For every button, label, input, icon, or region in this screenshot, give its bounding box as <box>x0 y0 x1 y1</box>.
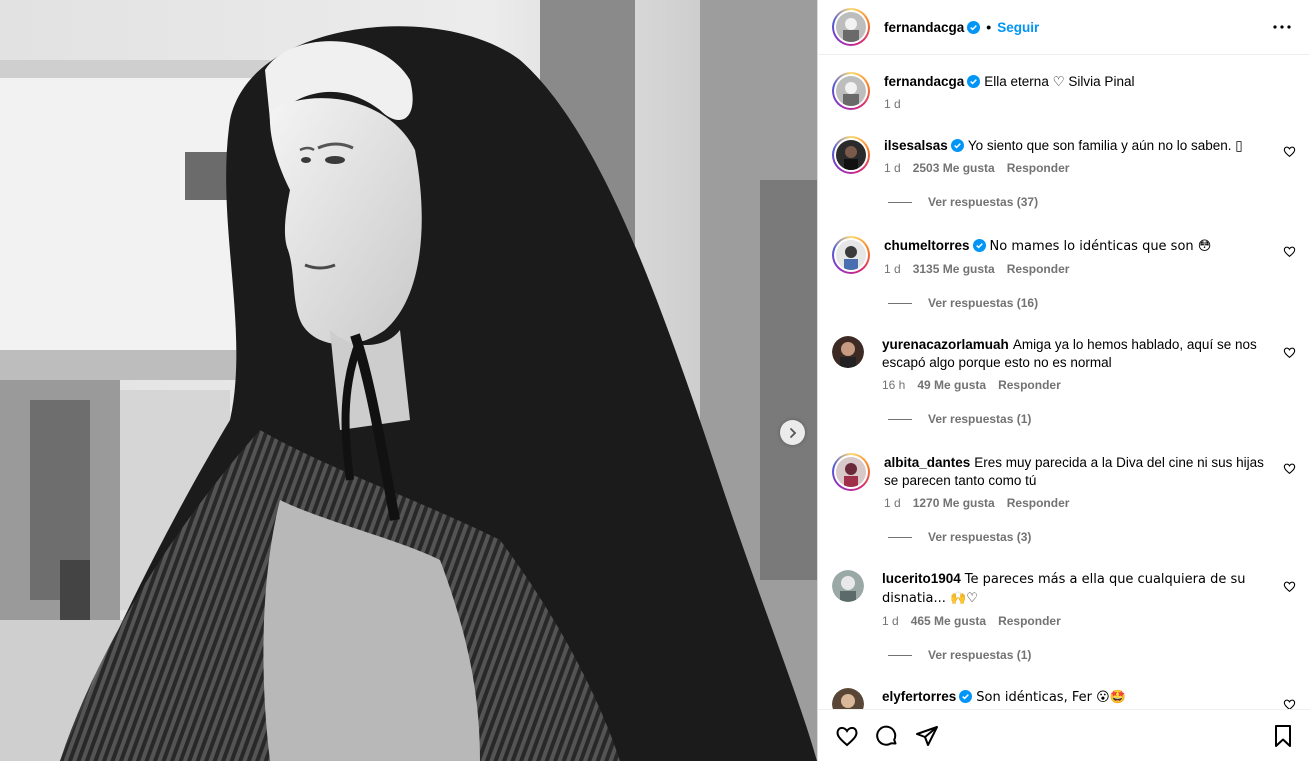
follow-button[interactable]: Seguir <box>997 20 1039 35</box>
post-actions-bar <box>818 709 1310 761</box>
next-photo-button[interactable] <box>780 420 805 445</box>
comment-likes[interactable]: 2503 Me gusta <box>913 161 995 175</box>
separator-dot: • <box>986 19 992 35</box>
post-caption: fernandacga Ella eterna ♡ Silvia Pinal 1 … <box>832 71 1296 111</box>
author-username[interactable]: fernandacga <box>884 20 964 35</box>
chevron-right-icon <box>789 427 796 438</box>
verified-badge-icon <box>967 75 981 88</box>
caption-text: Ella eterna ♡ Silvia Pinal <box>984 74 1135 89</box>
reply-button[interactable]: Responder <box>1007 262 1070 276</box>
comment-age: 16 h <box>882 378 906 392</box>
heart-icon[interactable] <box>834 723 860 749</box>
commenter-avatar[interactable] <box>832 688 864 709</box>
heart-icon[interactable] <box>1283 346 1296 359</box>
comment-item: albita_dantes Eres muy parecida a la Diva… <box>832 452 1296 510</box>
comment-age: 1 d <box>882 614 899 628</box>
commenter-avatar[interactable] <box>832 236 870 274</box>
heart-icon[interactable] <box>1283 462 1296 475</box>
commenter-avatar[interactable] <box>832 453 870 491</box>
comment-likes[interactable]: 465 Me gusta <box>911 614 986 628</box>
comment-text: No mames lo idénticas que son 😳 <box>989 239 1212 254</box>
comment-item: yurenacazorlamuah Amiga ya lo hemos habla… <box>832 336 1296 392</box>
commenter-avatar[interactable] <box>832 570 864 602</box>
comment-item: ilsesalsas Yo siento que son familia y aú… <box>832 135 1296 175</box>
commenter-avatar[interactable] <box>832 136 870 174</box>
author-avatar[interactable] <box>832 8 870 46</box>
heart-icon[interactable] <box>1283 698 1296 709</box>
reply-button[interactable]: Responder <box>998 378 1061 392</box>
comment-username[interactable]: lucerito1904 <box>882 571 961 586</box>
view-replies-button[interactable]: Ver respuestas (3) <box>888 530 1296 544</box>
heart-icon[interactable] <box>1283 145 1296 158</box>
comment-likes[interactable]: 3135 Me gusta <box>913 262 995 276</box>
comment-text: Son idénticas, Fer 😮🤩 <box>976 690 1126 705</box>
commenter-avatar[interactable] <box>832 336 864 368</box>
post-header: fernandacga • Seguir <box>818 0 1310 55</box>
verified-badge-icon <box>959 690 973 703</box>
comment-item: chumeltorres No mames lo idénticas que so… <box>832 235 1296 276</box>
comment-likes[interactable]: 49 Me gusta <box>917 378 986 392</box>
verified-badge-icon <box>950 139 964 152</box>
post-photo[interactable] <box>0 0 817 761</box>
reply-button[interactable]: Responder <box>1007 496 1070 510</box>
comment-text: Yo siento que son familia y aún no lo sa… <box>967 138 1243 153</box>
post-view: fernandacga • Seguir fernandacga Ella ete… <box>0 0 1310 761</box>
reply-button[interactable]: Responder <box>998 614 1061 628</box>
photo-image <box>0 0 817 761</box>
author-avatar[interactable] <box>832 72 870 110</box>
verified-badge-icon <box>972 239 986 252</box>
comment-username[interactable]: albita_dantes <box>884 455 970 470</box>
caption-age: 1 d <box>884 97 901 111</box>
comment-likes[interactable]: 1270 Me gusta <box>913 496 995 510</box>
view-replies-button[interactable]: Ver respuestas (37) <box>888 195 1296 209</box>
comment-username[interactable]: elyfertorres <box>882 689 956 704</box>
more-options-icon[interactable] <box>1270 15 1294 39</box>
view-replies-button[interactable]: Ver respuestas (1) <box>888 412 1296 426</box>
comment-item: lucerito1904 Te pareces más a ella que cu… <box>832 570 1296 628</box>
comment-username[interactable]: ilsesalsas <box>884 138 948 153</box>
comment-age: 1 d <box>884 262 901 276</box>
heart-icon[interactable] <box>1283 580 1296 593</box>
comment-username[interactable]: yurenacazorlamuah <box>882 337 1009 352</box>
comment-age: 1 d <box>884 496 901 510</box>
comment-item: elyfertorres Son idénticas, Fer 😮🤩 <box>832 688 1296 709</box>
comments-list[interactable]: fernandacga Ella eterna ♡ Silvia Pinal 1 … <box>818 55 1310 709</box>
view-replies-button[interactable]: Ver respuestas (1) <box>888 648 1296 662</box>
comment-age: 1 d <box>884 161 901 175</box>
view-replies-button[interactable]: Ver respuestas (16) <box>888 296 1296 310</box>
post-side-panel: fernandacga • Seguir fernandacga Ella ete… <box>817 0 1310 761</box>
verified-badge-icon <box>967 20 981 34</box>
share-icon[interactable] <box>914 723 940 749</box>
bookmark-icon[interactable] <box>1270 723 1296 749</box>
comment-username[interactable]: chumeltorres <box>884 238 970 253</box>
heart-icon[interactable] <box>1283 245 1296 258</box>
reply-button[interactable]: Responder <box>1007 161 1070 175</box>
comment-icon[interactable] <box>874 723 900 749</box>
caption-username[interactable]: fernandacga <box>884 74 964 89</box>
